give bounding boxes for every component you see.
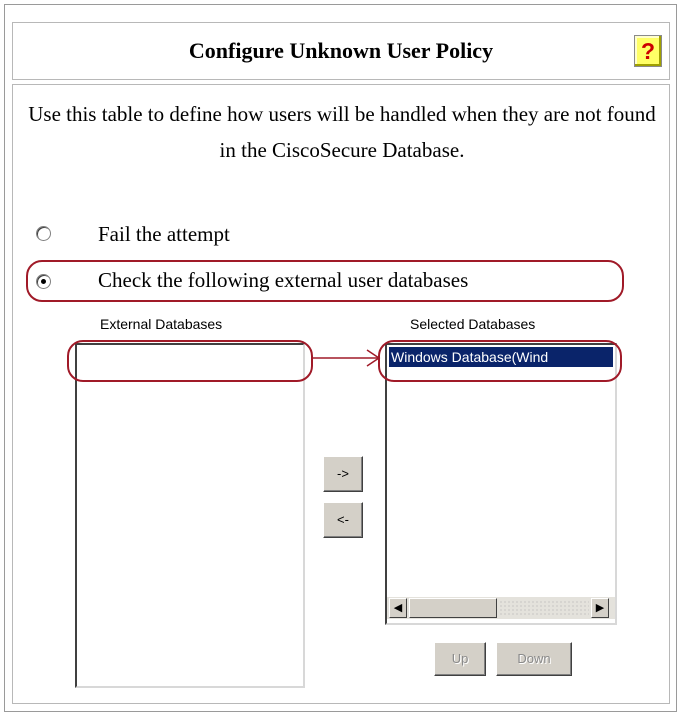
- header-panel: Configure Unknown User Policy ?: [12, 22, 670, 80]
- annotation-arrow-icon: [311, 349, 381, 367]
- help-icon[interactable]: ?: [634, 35, 662, 67]
- scroll-left-icon[interactable]: ◀: [389, 598, 407, 618]
- move-down-button[interactable]: Down: [496, 642, 572, 676]
- description-text: Use this table to define how users will …: [28, 102, 656, 162]
- external-databases-label: External Databases: [100, 316, 223, 332]
- fail-attempt-label: Fail the attempt: [98, 222, 230, 246]
- fail-attempt-radio[interactable]: [36, 226, 51, 241]
- scroll-thumb[interactable]: [409, 598, 497, 618]
- selected-databases-list[interactable]: Windows Database(Wind ◀ ▶: [385, 343, 617, 625]
- page-title: Configure Unknown User Policy: [188, 38, 494, 63]
- highlight-oval-option: [26, 260, 624, 302]
- remove-database-button[interactable]: <-: [323, 502, 363, 538]
- horizontal-scrollbar[interactable]: ◀ ▶: [387, 597, 615, 619]
- highlight-oval-selected: [378, 340, 622, 382]
- move-up-button[interactable]: Up: [434, 642, 486, 676]
- external-databases-list[interactable]: [75, 343, 305, 688]
- add-database-button[interactable]: ->: [323, 456, 363, 492]
- scroll-right-icon[interactable]: ▶: [591, 598, 609, 618]
- selected-databases-label: Selected Databases: [410, 316, 536, 332]
- scroll-track: [499, 600, 589, 616]
- highlight-oval-external: [67, 340, 313, 382]
